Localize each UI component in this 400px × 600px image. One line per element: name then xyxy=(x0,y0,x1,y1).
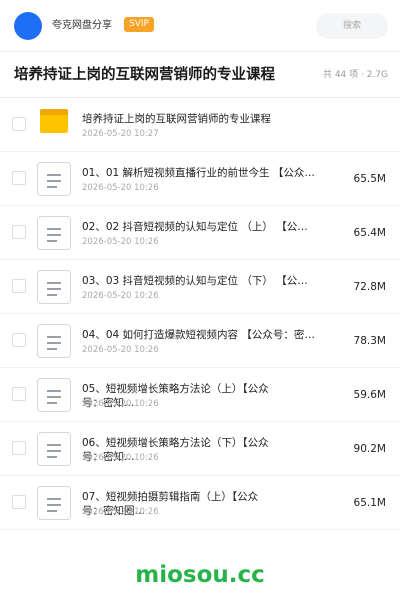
folder-title-bar: 培养持证上岗的互联网营销师的专业课程 共 44 项 · 2.7G xyxy=(0,52,400,98)
page-title: 培养持证上岗的互联网营销师的专业课程 xyxy=(14,67,275,83)
file-date: 2026-05-20 10:26 xyxy=(82,399,159,409)
document-icon xyxy=(37,486,71,520)
document-icon xyxy=(37,270,71,304)
row-checkbox[interactable] xyxy=(12,495,26,509)
file-row[interactable]: 05、短视频增长策略方法论（上）【公众号：密知… 2026-05-20 10:26… xyxy=(0,368,400,422)
row-checkbox[interactable] xyxy=(12,117,26,131)
item-summary: 共 44 项 · 2.7G xyxy=(322,70,388,80)
file-date: 2026-05-20 10:26 xyxy=(82,183,159,193)
folder-row[interactable]: 培养持证上岗的互联网营销师的专业课程 2026-05-20 10:27 xyxy=(0,98,400,152)
file-date: 2026-05-20 10:26 xyxy=(82,237,159,247)
file-row[interactable]: 03、03 抖音短视频的认知与定位 （下） 【公… 2026-05-20 10:2… xyxy=(0,260,400,314)
file-name: 03、03 抖音短视频的认知与定位 （下） 【公… xyxy=(82,275,308,287)
file-date: 2026-05-20 10:27 xyxy=(82,129,159,139)
file-size: 65.1M xyxy=(353,497,386,509)
file-size: 59.6M xyxy=(353,389,386,401)
file-date: 2026-05-20 10:26 xyxy=(82,453,159,463)
file-date: 2026-05-20 10:26 xyxy=(82,345,159,355)
top-header: 夸克网盘分享 SVIP 搜索 xyxy=(0,0,400,52)
file-list: 培养持证上岗的互联网营销师的专业课程 2026-05-20 10:27 01、01 … xyxy=(0,98,400,530)
file-row[interactable]: 02、02 抖音短视频的认知与定位 （上） 【公… 2026-05-20 10:2… xyxy=(0,206,400,260)
row-checkbox[interactable] xyxy=(12,171,26,185)
file-row[interactable]: 04、04 如何打造爆款短视频内容 【公众号：密… 2026-05-20 10:2… xyxy=(0,314,400,368)
document-icon xyxy=(37,162,71,196)
file-size: 78.3M xyxy=(353,335,386,347)
folder-icon xyxy=(40,109,68,133)
svip-badge: SVIP xyxy=(124,17,154,32)
file-size: 90.2M xyxy=(353,443,386,455)
search-input[interactable]: 搜索 xyxy=(316,13,388,39)
file-size: 65.5M xyxy=(353,173,386,185)
file-row[interactable]: 07、短视频拍摄剪辑指南（上）【公众号：密知圈… 2026-05-20 10:26… xyxy=(0,476,400,530)
row-checkbox[interactable] xyxy=(12,441,26,455)
row-checkbox[interactable] xyxy=(12,225,26,239)
document-icon xyxy=(37,378,71,412)
document-icon xyxy=(37,216,71,250)
watermark: miosou.cc xyxy=(135,562,265,588)
file-name: 04、04 如何打造爆款短视频内容 【公众号：密… xyxy=(82,329,315,341)
document-icon xyxy=(37,324,71,358)
file-name: 培养持证上岗的互联网营销师的专业课程 xyxy=(82,113,271,125)
file-date: 2026-05-20 10:26 xyxy=(82,291,159,301)
file-name: 02、02 抖音短视频的认知与定位 （上） 【公… xyxy=(82,221,308,233)
file-name: 01、01 解析短视频直播行业的前世今生 【公众… xyxy=(82,167,315,179)
username: 夸克网盘分享 xyxy=(52,20,112,31)
row-checkbox[interactable] xyxy=(12,387,26,401)
file-size: 72.8M xyxy=(353,281,386,293)
file-size: 65.4M xyxy=(353,227,386,239)
document-icon xyxy=(37,432,71,466)
row-checkbox[interactable] xyxy=(12,333,26,347)
file-row[interactable]: 01、01 解析短视频直播行业的前世今生 【公众… 2026-05-20 10:2… xyxy=(0,152,400,206)
file-row[interactable]: 06、短视频增长策略方法论（下）【公众号：密知… 2026-05-20 10:26… xyxy=(0,422,400,476)
file-date: 2026-05-20 10:26 xyxy=(82,507,159,517)
avatar[interactable] xyxy=(14,12,42,40)
row-checkbox[interactable] xyxy=(12,279,26,293)
